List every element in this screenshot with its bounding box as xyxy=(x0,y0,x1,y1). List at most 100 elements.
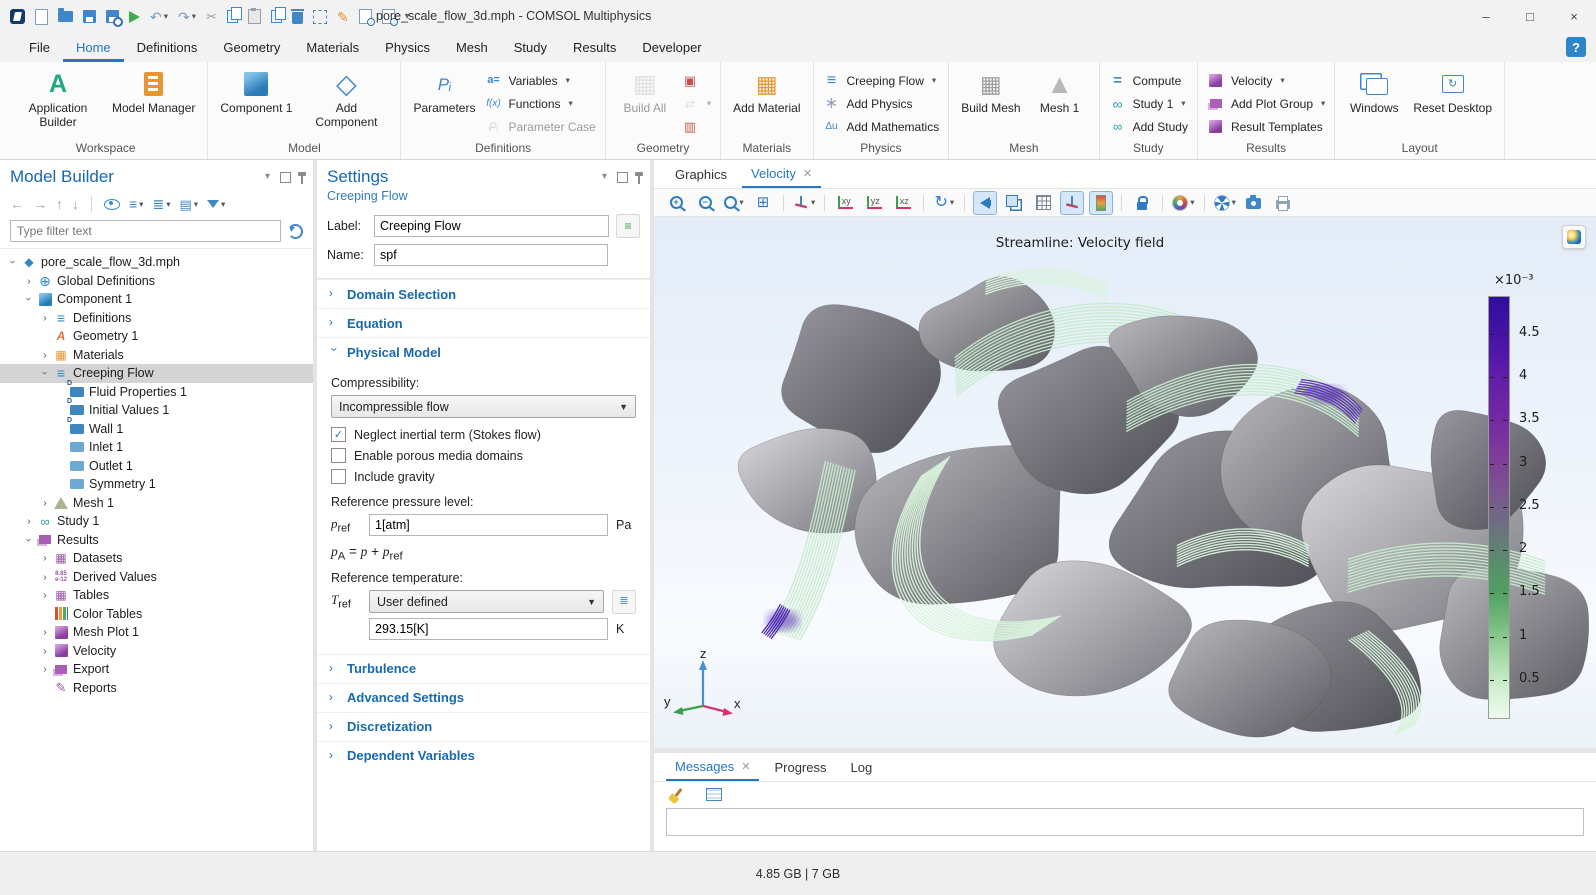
checkbox-include-gravity[interactable]: Include gravity xyxy=(331,466,636,487)
tree-item-export[interactable]: ›Export xyxy=(0,660,313,679)
menu-geometry[interactable]: Geometry xyxy=(210,33,293,62)
add-physics-button[interactable]: ∗Add Physics xyxy=(823,94,940,113)
transparency-button[interactable] xyxy=(1002,191,1026,215)
ref-pressure-input[interactable] xyxy=(369,514,608,536)
tree-item-reports[interactable]: ✎Reports xyxy=(0,679,313,698)
clear-broom-button[interactable] xyxy=(666,782,690,806)
tab-graphics[interactable]: Graphics xyxy=(666,160,736,188)
print-button[interactable] xyxy=(1271,191,1295,215)
mb-up-arrow-button[interactable]: ↑ xyxy=(56,197,63,211)
qat-undo-button[interactable]: ↶▾ xyxy=(150,10,168,24)
menu-mesh[interactable]: Mesh xyxy=(443,33,501,62)
panel-menu-icon[interactable]: ▾ xyxy=(265,172,270,182)
grid-button[interactable] xyxy=(1031,191,1055,215)
environment-button[interactable]: ▾ xyxy=(1213,191,1237,215)
default-view-button[interactable]: ▾ xyxy=(792,191,816,215)
panel-pin-icon[interactable] xyxy=(301,176,303,184)
expander-icon[interactable]: › xyxy=(38,349,52,361)
graphics-canvas[interactable]: Streamline: Velocity field ×10⁻³ 4.543.5… xyxy=(654,217,1596,748)
expander-icon[interactable]: › xyxy=(23,292,35,306)
section-physical-model[interactable]: › Physical Model xyxy=(317,337,650,366)
expander-icon[interactable]: › xyxy=(38,497,52,509)
add-component-button[interactable]: ◇Add Component xyxy=(301,65,391,131)
label-input[interactable] xyxy=(374,215,609,237)
close-icon[interactable]: ✕ xyxy=(803,167,812,180)
add-study-button[interactable]: ∞Add Study xyxy=(1109,117,1188,136)
reset-desktop-button[interactable]: Reset Desktop xyxy=(1410,65,1495,117)
qat-redo-button[interactable]: ↷▾ xyxy=(178,10,196,24)
tree-item-datasets[interactable]: ›▦Datasets xyxy=(0,549,313,568)
mesh-1-button[interactable]: ▲Mesh 1 xyxy=(1030,65,1090,117)
zoom-box-button[interactable]: ▾ xyxy=(722,191,746,215)
lock-button[interactable] xyxy=(1130,191,1154,215)
tree-item-mesh-plot-1[interactable]: ›Mesh Plot 1 xyxy=(0,623,313,642)
filter-input[interactable] xyxy=(10,220,281,242)
menu-definitions[interactable]: Definitions xyxy=(124,33,211,62)
add-plot-group-button[interactable]: Add Plot Group▾ xyxy=(1207,94,1325,113)
qat-open-file-button[interactable] xyxy=(58,11,73,22)
zoom-out-button[interactable]: − xyxy=(693,191,717,215)
add-mathematics-button[interactable]: ΔuAdd Mathematics xyxy=(823,117,940,136)
study-1-button[interactable]: ∞Study 1▾ xyxy=(1109,94,1188,113)
menu-physics[interactable]: Physics xyxy=(372,33,443,62)
result-templates-button[interactable]: Result Templates xyxy=(1207,117,1325,136)
variables-button[interactable]: a=Variables▾ xyxy=(484,71,595,90)
menu-home[interactable]: Home xyxy=(63,33,124,62)
checkbox-neglect-inertial-term-stokes-flow[interactable]: ✓Neglect inertial term (Stokes flow) xyxy=(331,424,636,445)
expander-icon[interactable]: › xyxy=(39,366,51,380)
panel-pin-icon[interactable] xyxy=(638,176,640,184)
qat-copy-button[interactable] xyxy=(227,10,238,23)
rename-button[interactable]: ≡ xyxy=(616,214,640,238)
expander-icon[interactable]: › xyxy=(22,515,36,527)
expander-icon[interactable]: › xyxy=(38,663,52,675)
qat-duplicate-button[interactable] xyxy=(271,10,282,23)
qat-sweep-button[interactable]: ✎ xyxy=(337,10,349,24)
tree-item-wall-1[interactable]: Wall 1 xyxy=(0,420,313,439)
scene-light-button[interactable] xyxy=(973,191,997,215)
tree-item-pore-scale-flow-3d-mph[interactable]: ›◆pore_scale_flow_3d.mph xyxy=(0,253,313,272)
tree-item-symmetry-1[interactable]: Symmetry 1 xyxy=(0,475,313,494)
menu-materials[interactable]: Materials xyxy=(293,33,372,62)
section-equation[interactable]: ›Equation xyxy=(317,308,650,337)
tree-item-component-1[interactable]: ›Component 1 xyxy=(0,290,313,309)
expander-icon[interactable]: › xyxy=(22,275,36,287)
tab-messages[interactable]: Messages✕ xyxy=(666,753,759,781)
panel-float-icon[interactable] xyxy=(280,172,291,183)
mb-show-eye-button[interactable] xyxy=(104,199,120,210)
add-material-button[interactable]: ▦Add Material xyxy=(730,65,803,117)
color-legend-button[interactable] xyxy=(1089,191,1113,215)
tree-item-study-1[interactable]: ›∞Study 1 xyxy=(0,512,313,531)
array-op-button[interactable]: ▥ xyxy=(681,117,711,136)
functions-button[interactable]: f(x)Functions▾ xyxy=(484,94,595,113)
menu-file[interactable]: File xyxy=(16,33,63,62)
ref-temperature-select[interactable]: User defined ▼ xyxy=(369,590,604,613)
panel-menu-icon[interactable]: ▾ xyxy=(602,172,607,182)
help-button[interactable]: ? xyxy=(1566,37,1586,57)
parameters-button[interactable]: PᵢParameters xyxy=(410,65,478,117)
expander-icon[interactable]: › xyxy=(38,589,52,601)
mb-down-arrow-button[interactable]: ↓ xyxy=(72,197,79,211)
compressibility-select[interactable]: Incompressible flow ▼ xyxy=(331,395,636,418)
qat-select-frame-button[interactable] xyxy=(313,10,327,24)
tree-item-fluid-properties-1[interactable]: Fluid Properties 1 xyxy=(0,383,313,402)
tree-item-results[interactable]: ›Results xyxy=(0,531,313,550)
name-input[interactable] xyxy=(374,244,608,266)
expander-icon[interactable]: › xyxy=(23,533,35,547)
component-1-button[interactable]: Component 1 xyxy=(217,65,295,117)
section-advanced-settings[interactable]: ›Advanced Settings xyxy=(317,683,650,712)
menu-results[interactable]: Results xyxy=(560,33,629,62)
tree-item-tables[interactable]: ›▦Tables xyxy=(0,586,313,605)
view-yz-button[interactable]: yz xyxy=(862,191,886,215)
image-palette-button[interactable]: ▾ xyxy=(1171,191,1195,215)
menu-developer[interactable]: Developer xyxy=(629,33,714,62)
mb-back-arrow-button[interactable]: ← xyxy=(10,197,24,211)
qat-paste-button[interactable] xyxy=(248,9,261,24)
ref-temperature-input[interactable] xyxy=(369,618,608,640)
section-discretization[interactable]: ›Discretization xyxy=(317,712,650,741)
tree-item-inlet-1[interactable]: Inlet 1 xyxy=(0,438,313,457)
minimize-button[interactable]: – xyxy=(1464,0,1508,33)
tab-progress[interactable]: Progress xyxy=(765,753,835,781)
tree-item-global-definitions[interactable]: ›⊕Global Definitions xyxy=(0,272,313,291)
tree-item-outlet-1[interactable]: Outlet 1 xyxy=(0,457,313,476)
tree-item-definitions[interactable]: ›≡Definitions xyxy=(0,309,313,328)
